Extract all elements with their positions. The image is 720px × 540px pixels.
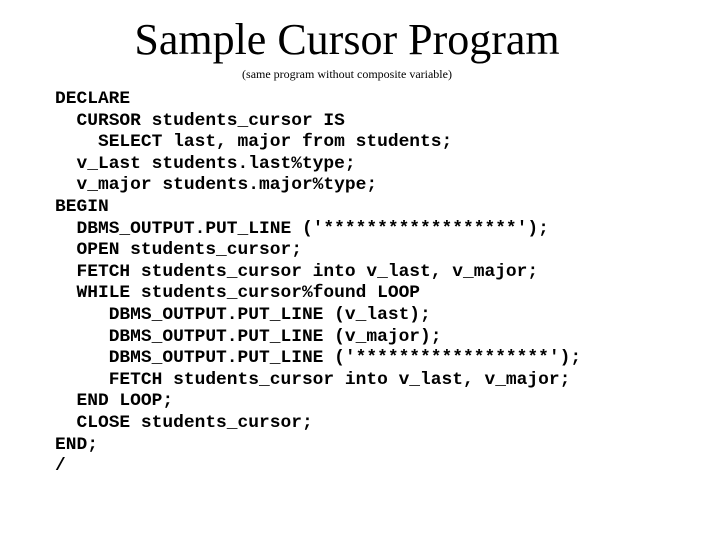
code-line: DBMS_OUTPUT.PUT_LINE ('*****************…	[55, 219, 581, 241]
code-text: END LOOP;	[76, 391, 174, 412]
code-line: FETCH students_cursor into v_last, v_maj…	[55, 262, 581, 284]
code-text: FETCH students_cursor into v_last, v_maj…	[108, 369, 571, 390]
code-text: FETCH students_cursor into v_last, v_maj…	[76, 261, 539, 282]
code-text: DBMS_OUTPUT.PUT_LINE (v_last);	[108, 304, 431, 325]
code-text: DECLARE	[55, 89, 131, 109]
code-text: OPEN students_cursor;	[76, 240, 302, 261]
code-text: CURSOR students_cursor IS	[76, 110, 345, 131]
code-line: DECLARE	[55, 89, 581, 111]
slide-title: Sample Cursor Program	[134, 15, 560, 64]
code-text: v_major students.major%type;	[76, 175, 378, 196]
code-text: CLOSE students_cursor;	[76, 412, 313, 433]
code-line: FETCH students_cursor into v_last, v_maj…	[55, 370, 581, 392]
code-line: CLOSE students_cursor;	[55, 413, 581, 435]
code-line: END LOOP;	[55, 391, 581, 413]
code-line: WHILE students_cursor%found LOOP	[55, 283, 581, 305]
code-text: WHILE students_cursor%found LOOP	[76, 283, 421, 304]
slide-subtitle: (same program without composite variable…	[242, 67, 452, 81]
code-text: v_Last students.last%type;	[76, 153, 356, 174]
code-text: DBMS_OUTPUT.PUT_LINE ('*****************…	[76, 218, 549, 239]
code-line: DBMS_OUTPUT.PUT_LINE (v_last);	[55, 305, 581, 327]
code-line: SELECT last, major from students;	[55, 132, 581, 154]
code-line: END;	[55, 435, 581, 457]
code-text: DBMS_OUTPUT.PUT_LINE (v_major);	[108, 326, 442, 347]
code-text: SELECT last, major from students;	[97, 132, 453, 153]
code-block: DECLARE CURSOR students_cursor IS SELECT…	[55, 89, 581, 478]
code-line: /	[55, 456, 581, 478]
code-text: END;	[55, 434, 98, 455]
code-text: /	[55, 456, 66, 477]
code-line: OPEN students_cursor;	[55, 240, 581, 262]
code-line: DBMS_OUTPUT.PUT_LINE ('*****************…	[55, 348, 581, 370]
code-line: v_major students.major%type;	[55, 175, 581, 197]
code-text: DBMS_OUTPUT.PUT_LINE ('*****************…	[108, 348, 582, 369]
code-line: DBMS_OUTPUT.PUT_LINE (v_major);	[55, 327, 581, 349]
code-text: BEGIN	[55, 196, 109, 217]
code-line: CURSOR students_cursor IS	[55, 111, 581, 133]
code-line: BEGIN	[55, 197, 581, 219]
code-line: v_Last students.last%type;	[55, 154, 581, 176]
